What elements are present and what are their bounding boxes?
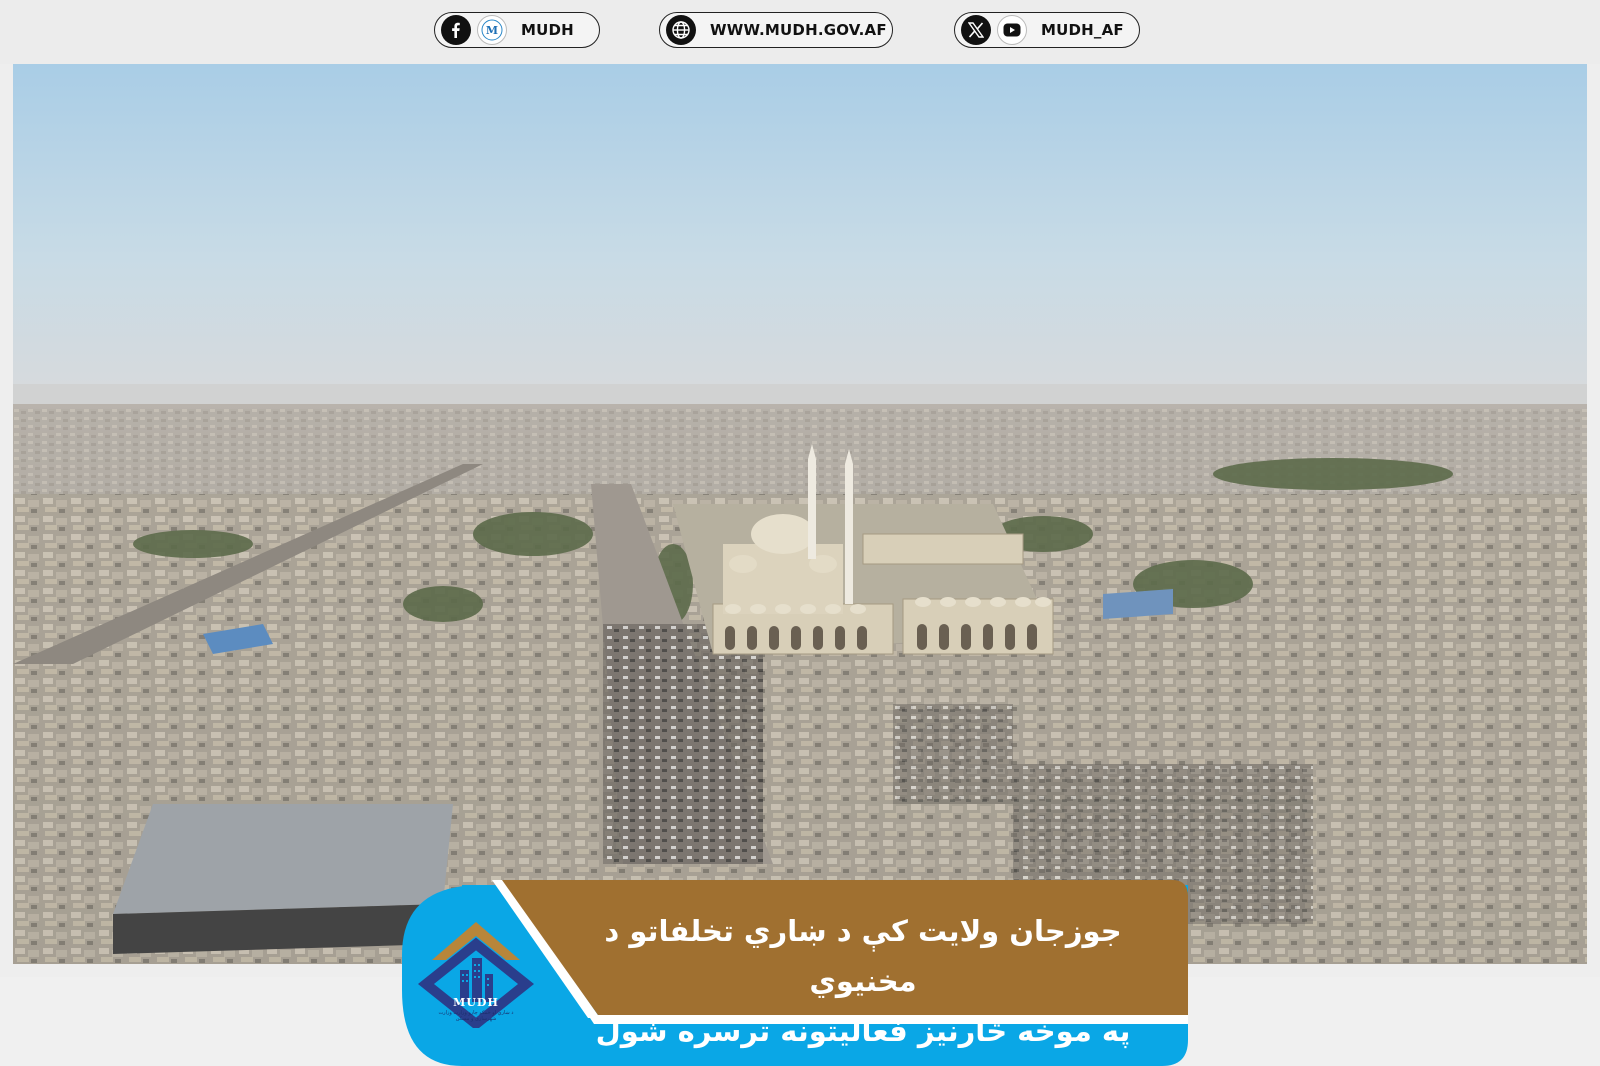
mudh-logo-icon[interactable]: M (477, 15, 507, 45)
logo-text: MUDH (453, 996, 499, 1009)
headline-line-2: په موخه څارنیز فعالیتونه ترسره شول (595, 1014, 1131, 1048)
facebook-icon[interactable] (441, 15, 471, 45)
x-youtube-pill[interactable]: MUDH_AF (954, 12, 1140, 48)
x-youtube-handle[interactable]: MUDH_AF (1041, 21, 1124, 39)
globe-icon[interactable] (666, 15, 696, 45)
facebook-handle[interactable]: MUDH (521, 21, 574, 39)
facebook-pill[interactable]: M MUDH (434, 12, 600, 48)
svg-text:M: M (486, 24, 498, 37)
headline-line-1: جوزجان ولایت کې د ښاري تخلفاتو د مخنیوي (604, 914, 1122, 998)
social-bar: M MUDH WWW.MUDH.GOV.AF MUDH_AF (0, 0, 1600, 64)
website-url[interactable]: WWW.MUDH.GOV.AF (710, 21, 887, 39)
website-pill[interactable]: WWW.MUDH.GOV.AF (659, 12, 893, 48)
caption-banner: MUDH د ښاري او ځمکو چارو وزارت وزارت شهر… (402, 880, 1188, 1066)
youtube-icon[interactable] (997, 15, 1027, 45)
aerial-city-photo (13, 64, 1587, 964)
logo-subtext: د ښاري او ځمکو چارو وزارت وزارت شهرسازی … (438, 1010, 514, 1022)
x-icon[interactable] (961, 15, 991, 45)
headline: جوزجان ولایت کې د ښاري تخلفاتو د مخنیوي … (562, 906, 1164, 1056)
